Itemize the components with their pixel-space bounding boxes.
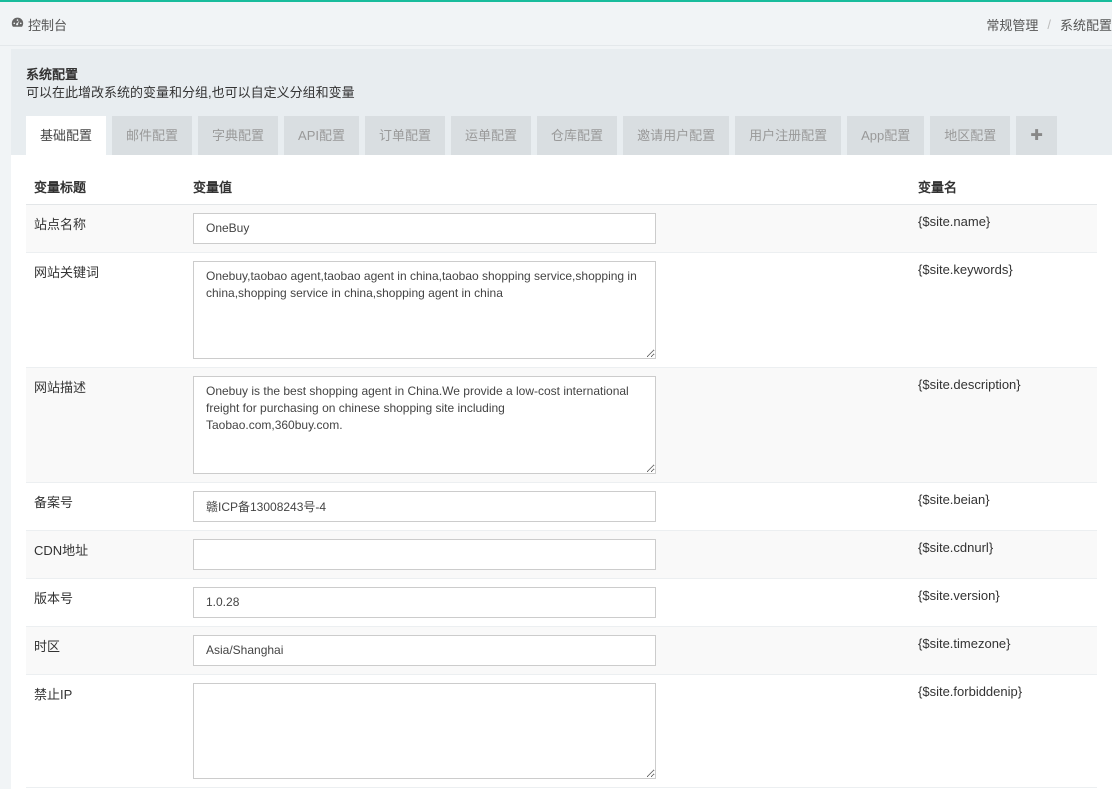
dashboard-icon (11, 16, 24, 32)
config-panel: 系统配置 可以在此增改系统的变量和分组,也可以自定义分组和变量 基础配置 邮件配… (11, 49, 1112, 789)
row-value-cell (185, 204, 910, 253)
row-title: 网站关键词 (26, 252, 185, 368)
breadcrumb-item[interactable]: 系统配置 (1060, 15, 1112, 34)
site-description-textarea[interactable]: Onebuy is the best shopping agent in Chi… (193, 375, 656, 474)
site-name-input[interactable] (193, 212, 656, 244)
tab-dictionary[interactable]: 字典配置 (198, 116, 279, 155)
row-value-cell (185, 530, 910, 579)
tab-basic[interactable]: 基础配置 (26, 116, 107, 155)
table-row: 时区 {$site.timezone} (26, 626, 1097, 675)
row-value-cell: Onebuy is the best shopping agent in Chi… (185, 367, 910, 483)
table-row: CDN地址 {$site.cdnurl} (26, 530, 1097, 579)
tab-email[interactable]: 邮件配置 (112, 116, 193, 155)
tab-api[interactable]: API配置 (284, 116, 360, 155)
table-row: 站点名称 {$site.name} (26, 204, 1097, 253)
tab-user-register[interactable]: 用户注册配置 (735, 116, 842, 155)
tab-warehouse[interactable]: 仓库配置 (537, 116, 618, 155)
column-header-value: 变量值 (185, 170, 910, 205)
row-var-name: {$site.keywords} (910, 252, 1097, 368)
row-var-name: {$site.forbiddenip} (910, 674, 1097, 788)
row-var-name: {$site.cdnurl} (910, 530, 1097, 579)
tab-order[interactable]: 订单配置 (365, 116, 446, 155)
row-var-name: {$site.name} (910, 204, 1097, 253)
row-value-cell (185, 626, 910, 675)
row-var-name: {$site.version} (910, 578, 1097, 627)
tab-app[interactable]: App配置 (847, 116, 925, 155)
breadcrumb-item[interactable]: 常规管理 (986, 15, 1038, 34)
row-title: 禁止IP (26, 674, 185, 788)
dashboard-label: 控制台 (28, 17, 68, 33)
row-title: 时区 (26, 626, 185, 675)
table-row: 版本号 {$site.version} (26, 578, 1097, 627)
site-version-input[interactable] (193, 586, 656, 618)
breadcrumb: 常规管理 / 系统配置 (986, 15, 1112, 34)
row-var-name: {$site.timezone} (910, 626, 1097, 675)
row-title: 网站描述 (26, 367, 185, 483)
tab-waybill[interactable]: 运单配置 (451, 116, 532, 155)
page-description: 可以在此增改系统的变量和分组,也可以自定义分组和变量 (26, 85, 355, 100)
column-header-name: 变量名 (910, 170, 1097, 205)
row-var-name: {$site.beian} (910, 482, 1097, 531)
config-table: 变量标题 变量值 变量名 站点名称 {$site.name} 网站关键词 One… (26, 170, 1097, 788)
row-value-cell (185, 482, 910, 531)
row-title: CDN地址 (26, 530, 185, 579)
table-row: 禁止IP {$site.forbiddenip} (26, 674, 1097, 788)
top-bar: 控制台 常规管理 / 系统配置 (0, 2, 1112, 46)
row-title: 版本号 (26, 578, 185, 627)
column-header-title: 变量标题 (26, 170, 185, 205)
tab-invite-user[interactable]: 邀请用户配置 (623, 116, 730, 155)
add-tab-button[interactable]: ✚ (1016, 116, 1057, 155)
row-value-cell (185, 674, 910, 788)
row-title: 备案号 (26, 482, 185, 531)
row-title: 站点名称 (26, 204, 185, 253)
dashboard-link[interactable]: 控制台 (11, 16, 68, 33)
breadcrumb-separator: / (1047, 16, 1051, 32)
site-keywords-textarea[interactable]: Onebuy,taobao agent,taobao agent in chin… (193, 260, 656, 359)
site-beian-input[interactable] (193, 490, 656, 522)
site-forbiddenip-textarea[interactable] (193, 682, 656, 779)
panel-header: 系统配置 可以在此增改系统的变量和分组,也可以自定义分组和变量 基础配置 邮件配… (11, 49, 1112, 155)
tab-region[interactable]: 地区配置 (930, 116, 1011, 155)
table-row: 网站描述 Onebuy is the best shopping agent i… (26, 367, 1097, 483)
row-var-name: {$site.description} (910, 367, 1097, 483)
config-tabs: 基础配置 邮件配置 字典配置 API配置 订单配置 运单配置 仓库配置 邀请用户… (26, 116, 1063, 155)
site-timezone-input[interactable] (193, 634, 656, 666)
table-row: 备案号 {$site.beian} (26, 482, 1097, 531)
site-cdnurl-input[interactable] (193, 538, 656, 570)
plus-icon: ✚ (1030, 127, 1043, 144)
page-title: 系统配置 (26, 67, 79, 82)
row-value-cell: Onebuy,taobao agent,taobao agent in chin… (185, 252, 910, 368)
table-header-row: 变量标题 变量值 变量名 (26, 170, 1097, 205)
table-row: 网站关键词 Onebuy,taobao agent,taobao agent i… (26, 252, 1097, 368)
row-value-cell (185, 578, 910, 627)
